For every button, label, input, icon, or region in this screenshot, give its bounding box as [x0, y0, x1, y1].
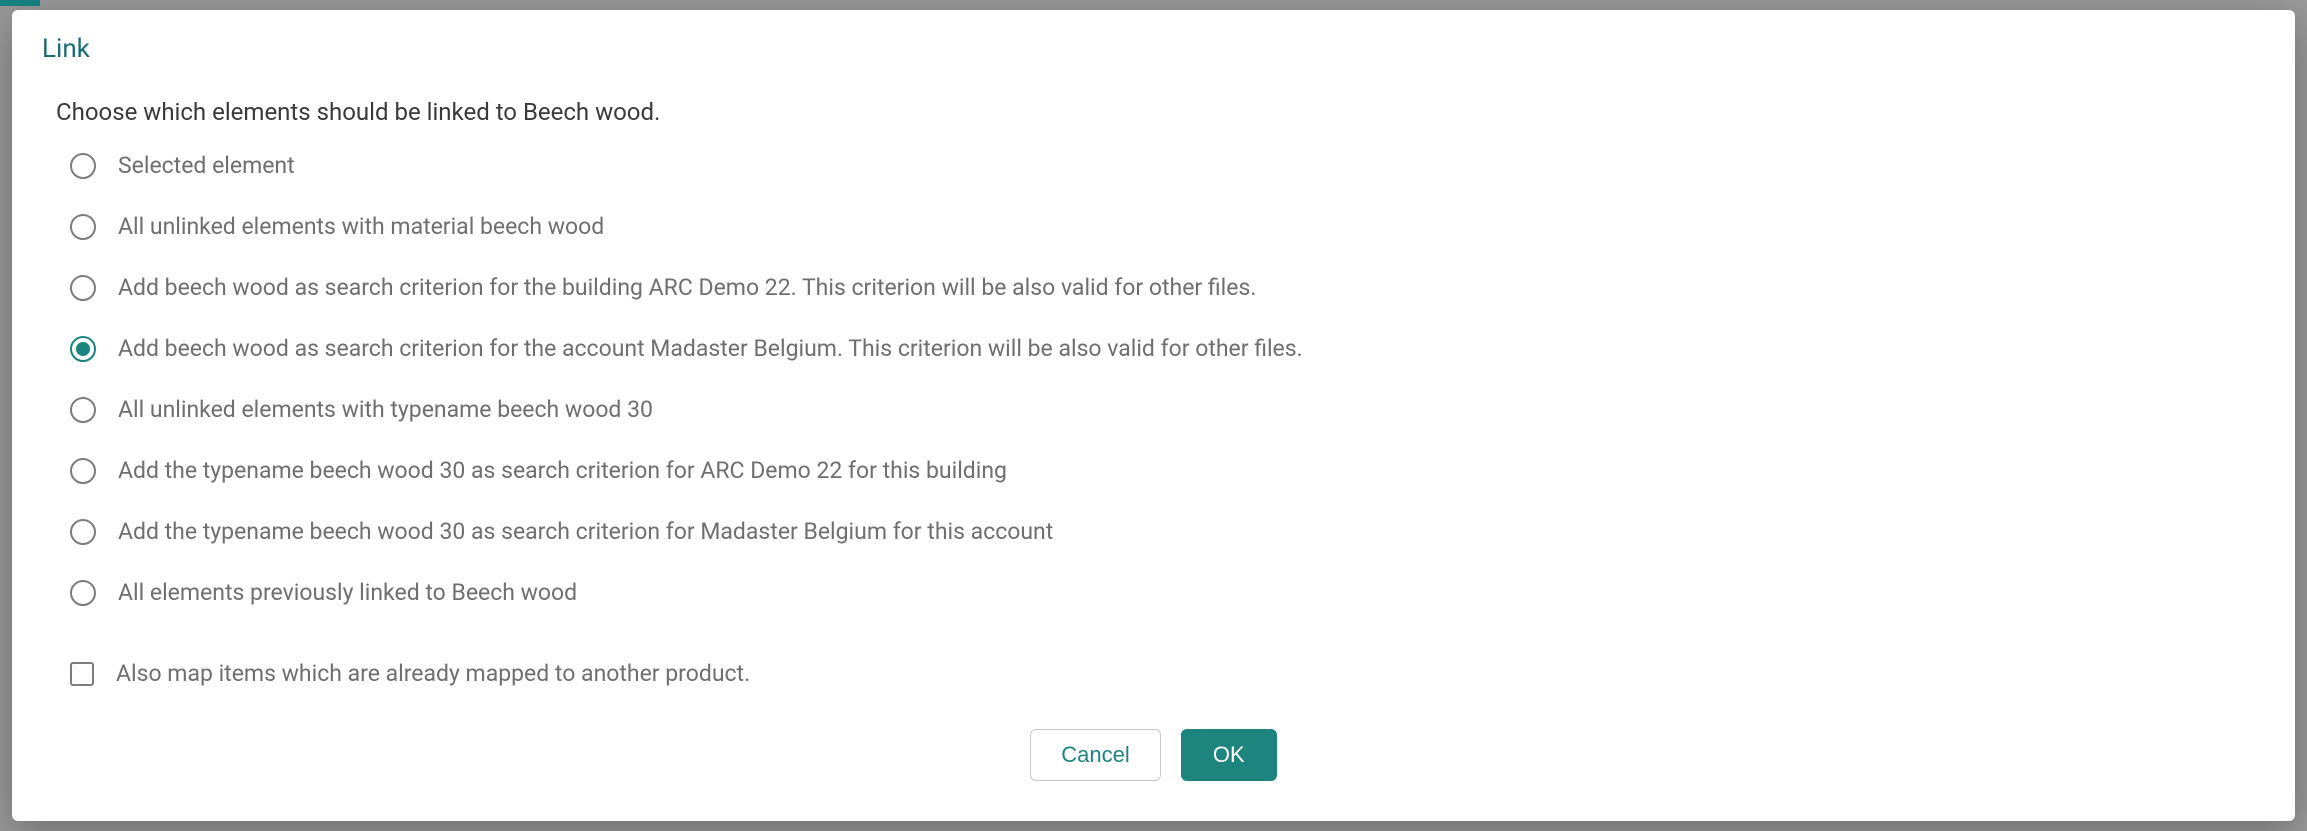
- radio-icon: [70, 397, 96, 423]
- cancel-button[interactable]: Cancel: [1030, 729, 1160, 781]
- radio-option-selected-element[interactable]: Selected element: [70, 152, 2265, 179]
- radio-label: Add the typename beech wood 30 as search…: [118, 518, 1053, 545]
- radio-icon: [70, 153, 96, 179]
- radio-label: Selected element: [118, 152, 295, 179]
- radio-option-typename-account[interactable]: Add the typename beech wood 30 as search…: [70, 518, 2265, 545]
- modal-subhead: Choose which elements should be linked t…: [56, 98, 2265, 126]
- radio-icon: [70, 214, 96, 240]
- radio-icon: [70, 336, 96, 362]
- radio-option-search-account[interactable]: Add beech wood as search criterion for t…: [70, 335, 2265, 362]
- radio-option-unlinked-material[interactable]: All unlinked elements with material beec…: [70, 213, 2265, 240]
- checkbox-icon: [70, 662, 94, 686]
- radio-group: Selected element All unlinked elements w…: [70, 152, 2265, 606]
- radio-label: All unlinked elements with material beec…: [118, 213, 604, 240]
- ok-button[interactable]: OK: [1181, 729, 1277, 781]
- radio-label: Add the typename beech wood 30 as search…: [118, 457, 1007, 484]
- radio-label: All elements previously linked to Beech …: [118, 579, 577, 606]
- checkbox-also-map[interactable]: Also map items which are already mapped …: [70, 660, 2265, 687]
- radio-label: All unlinked elements with typename beec…: [118, 396, 653, 423]
- modal-footer: Cancel OK: [42, 689, 2265, 791]
- radio-icon: [70, 519, 96, 545]
- radio-option-search-building[interactable]: Add beech wood as search criterion for t…: [70, 274, 2265, 301]
- radio-icon: [70, 580, 96, 606]
- bg-accent: [0, 0, 40, 6]
- modal-title: Link: [42, 34, 2265, 64]
- link-modal: Link Choose which elements should be lin…: [12, 10, 2295, 821]
- radio-option-unlinked-typename[interactable]: All unlinked elements with typename beec…: [70, 396, 2265, 423]
- radio-label: Add beech wood as search criterion for t…: [118, 274, 1256, 301]
- checkbox-label: Also map items which are already mapped …: [116, 660, 750, 687]
- radio-icon: [70, 458, 96, 484]
- radio-option-previously-linked[interactable]: All elements previously linked to Beech …: [70, 579, 2265, 606]
- radio-icon: [70, 275, 96, 301]
- radio-option-typename-building[interactable]: Add the typename beech wood 30 as search…: [70, 457, 2265, 484]
- radio-label: Add beech wood as search criterion for t…: [118, 335, 1303, 362]
